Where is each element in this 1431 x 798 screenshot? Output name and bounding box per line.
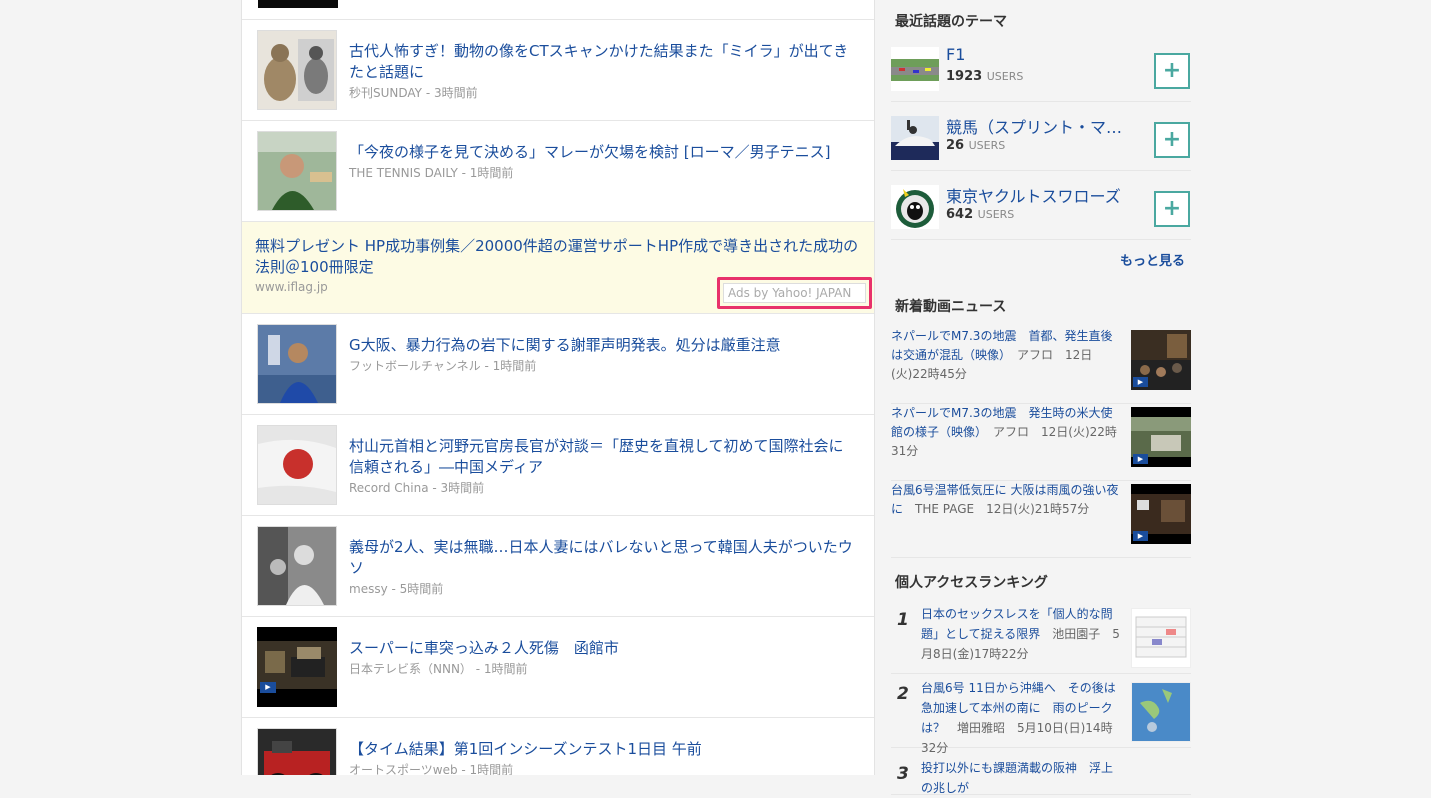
ad-title-link[interactable]: 無料プレゼント HP成功事例集／20000件超の運営サポートHP作成で導き出され… [255,236,860,278]
article-title-link[interactable]: 古代人怖すぎ！動物の像をCTスキャンかけた結果また「ミイラ」が出てきたと話題に [349,41,857,83]
article-thumbnail[interactable] [257,526,337,606]
video-news-item: ネパールでM7.3の地震 首都、発生直後は交通が混乱（映像） アフロ 12日(火… [891,326,1191,404]
article-item: 「今夜の様子を見て決める」マレーが欠場を検討 [ローマ／男子テニス] THE T… [242,121,874,222]
video-thumbnail[interactable]: ▶ [257,627,337,707]
theme-name-link[interactable]: 東京ヤクルトスワローズ [946,183,1136,207]
article-item: 義母が2人、実は無職…日本人妻にはバレないと思って韓国人夫がついたウソ mess… [242,516,874,617]
theme-users-count: 26 USERS [946,138,1006,153]
article-meta: Record China - 3時間前 [349,481,485,495]
play-icon: ▶ [1133,377,1148,387]
video-thumbnail[interactable]: ▶ [1131,484,1191,544]
article-title-link[interactable]: スーパーに車突っ込み２人死傷 函館市 [349,638,857,659]
article-thumbnail[interactable] [257,728,337,775]
video-meta: THE PAGE 12日(火)21時57分 [915,502,1090,516]
theme-item: 競馬（スプリント・マ… 26 USERS + [891,108,1191,171]
news-feed: 古代人怖すぎ！動物の像をCTスキャンかけた結果また「ミイラ」が出てきたと話題に … [241,0,875,775]
rank-number: 3 [897,764,909,784]
ranking-thumbnail[interactable] [1131,608,1191,668]
article-item: G大阪、暴力行為の岩下に関する謝罪声明発表。処分は厳重注意 フットボールチャンネ… [242,314,874,415]
theme-image[interactable] [891,47,939,91]
play-icon: ▶ [1133,454,1148,464]
rank-number: 1 [897,610,909,630]
article-title-link[interactable]: 「今夜の様子を見て決める」マレーが欠場を検討 [ローマ／男子テニス] [349,142,857,163]
theme-item: F1 1923 USERS + [891,39,1191,102]
ads-label-text: Ads by Yahoo! JAPAN [723,283,866,303]
rank-number: 2 [897,684,909,704]
ranking-item: 1 日本のセックスレスを「個人的な問題」として捉える限界 池田園子 5月8日(金… [891,600,1191,674]
video-thumbnail[interactable]: ▶ [1131,407,1191,467]
ranking-meta: 増田雅昭 5月10日(日)14時32分 [921,721,1113,755]
section-title-themes: 最近話題のテーマ [895,14,1007,30]
previous-article-stub [242,0,874,20]
follow-theme-button[interactable]: + [1154,122,1190,158]
article-title-link[interactable]: G大阪、暴力行為の岩下に関する謝罪声明発表。処分は厳重注意 [349,335,857,356]
article-meta: 秒刊SUNDAY - 3時間前 [349,86,478,100]
article-title-link[interactable]: 村山元首相と河野元官房長官が対談＝「歴史を直視して初めて国際社会に信頼される」―… [349,436,857,478]
article-thumbnail[interactable] [257,131,337,211]
theme-users-count: 1923 USERS [946,69,1024,84]
ranking-item: 2 台風6号 11日から沖縄へ その後は急加速して本州の南に 雨のピークは？ 増… [891,674,1191,755]
article-item: 古代人怖すぎ！動物の像をCTスキャンかけた結果また「ミイラ」が出てきたと話題に … [242,20,874,121]
article-item: 村山元首相と河野元官房長官が対談＝「歴史を直視して初めて国際社会に信頼される」―… [242,415,874,516]
article-title-link[interactable]: 義母が2人、実は無職…日本人妻にはバレないと思って韓国人夫がついたウソ [349,537,857,579]
ranking-thumbnail[interactable] [1131,682,1191,742]
follow-theme-button[interactable]: + [1154,191,1190,227]
article-thumbnail[interactable] [257,324,337,404]
theme-image[interactable] [891,116,939,160]
section-title-videos: 新着動画ニュース [895,299,1007,315]
follow-theme-button[interactable]: + [1154,53,1190,89]
article-meta: THE TENNIS DAILY - 1時間前 [349,166,514,180]
video-news-item: ネパールでM7.3の地震 発生時の米大使館の様子（映像） アフロ 12日(火)2… [891,403,1191,481]
ranking-title-link[interactable]: 投打以外にも課題満載の阪神 浮上の兆しが [921,761,1113,795]
article-title-link[interactable]: 【タイム結果】第1回インシーズンテスト1日目 午前 [349,739,857,760]
ad-url: www.iflag.jp [255,280,328,294]
more-themes-link[interactable]: もっと見る [1120,250,1185,269]
article-thumbnail[interactable] [257,425,337,505]
section-title-ranking: 個人アクセスランキング [895,575,1048,591]
article-meta: フットボールチャンネル - 1時間前 [349,359,537,373]
video-thumbnail[interactable]: ▶ [1131,330,1191,390]
theme-item: 東京ヤクルトスワローズ 642 USERS + [891,177,1191,240]
article-thumbnail[interactable] [257,30,337,110]
article-meta: messy - 5時間前 [349,582,444,596]
theme-name-link[interactable]: 競馬（スプリント・マ… [946,114,1136,138]
play-icon: ▶ [260,682,276,693]
article-meta: オートスポーツweb - 1時間前 [349,763,514,775]
theme-name-link[interactable]: F1 [946,45,1136,64]
ads-by-yahoo-label[interactable]: Ads by Yahoo! JAPAN [717,277,872,309]
article-thumbnail[interactable] [258,0,338,8]
article-item: ▶ スーパーに車突っ込み２人死傷 函館市 日本テレビ系（NNN） - 1時間前 [242,617,874,718]
video-news-item: 台風6号温帯低気圧に 大阪は雨風の強い夜に THE PAGE 12日(火)21時… [891,480,1191,558]
article-meta: 日本テレビ系（NNN） - 1時間前 [349,662,528,676]
play-icon: ▶ [1133,531,1148,541]
theme-users-count: 642 USERS [946,207,1015,222]
article-item: 【タイム結果】第1回インシーズンテスト1日目 午前 オートスポーツweb - 1… [242,718,874,775]
theme-image[interactable] [891,185,939,229]
sponsored-ad: 無料プレゼント HP成功事例集／20000件超の運営サポートHP作成で導き出され… [242,222,874,314]
